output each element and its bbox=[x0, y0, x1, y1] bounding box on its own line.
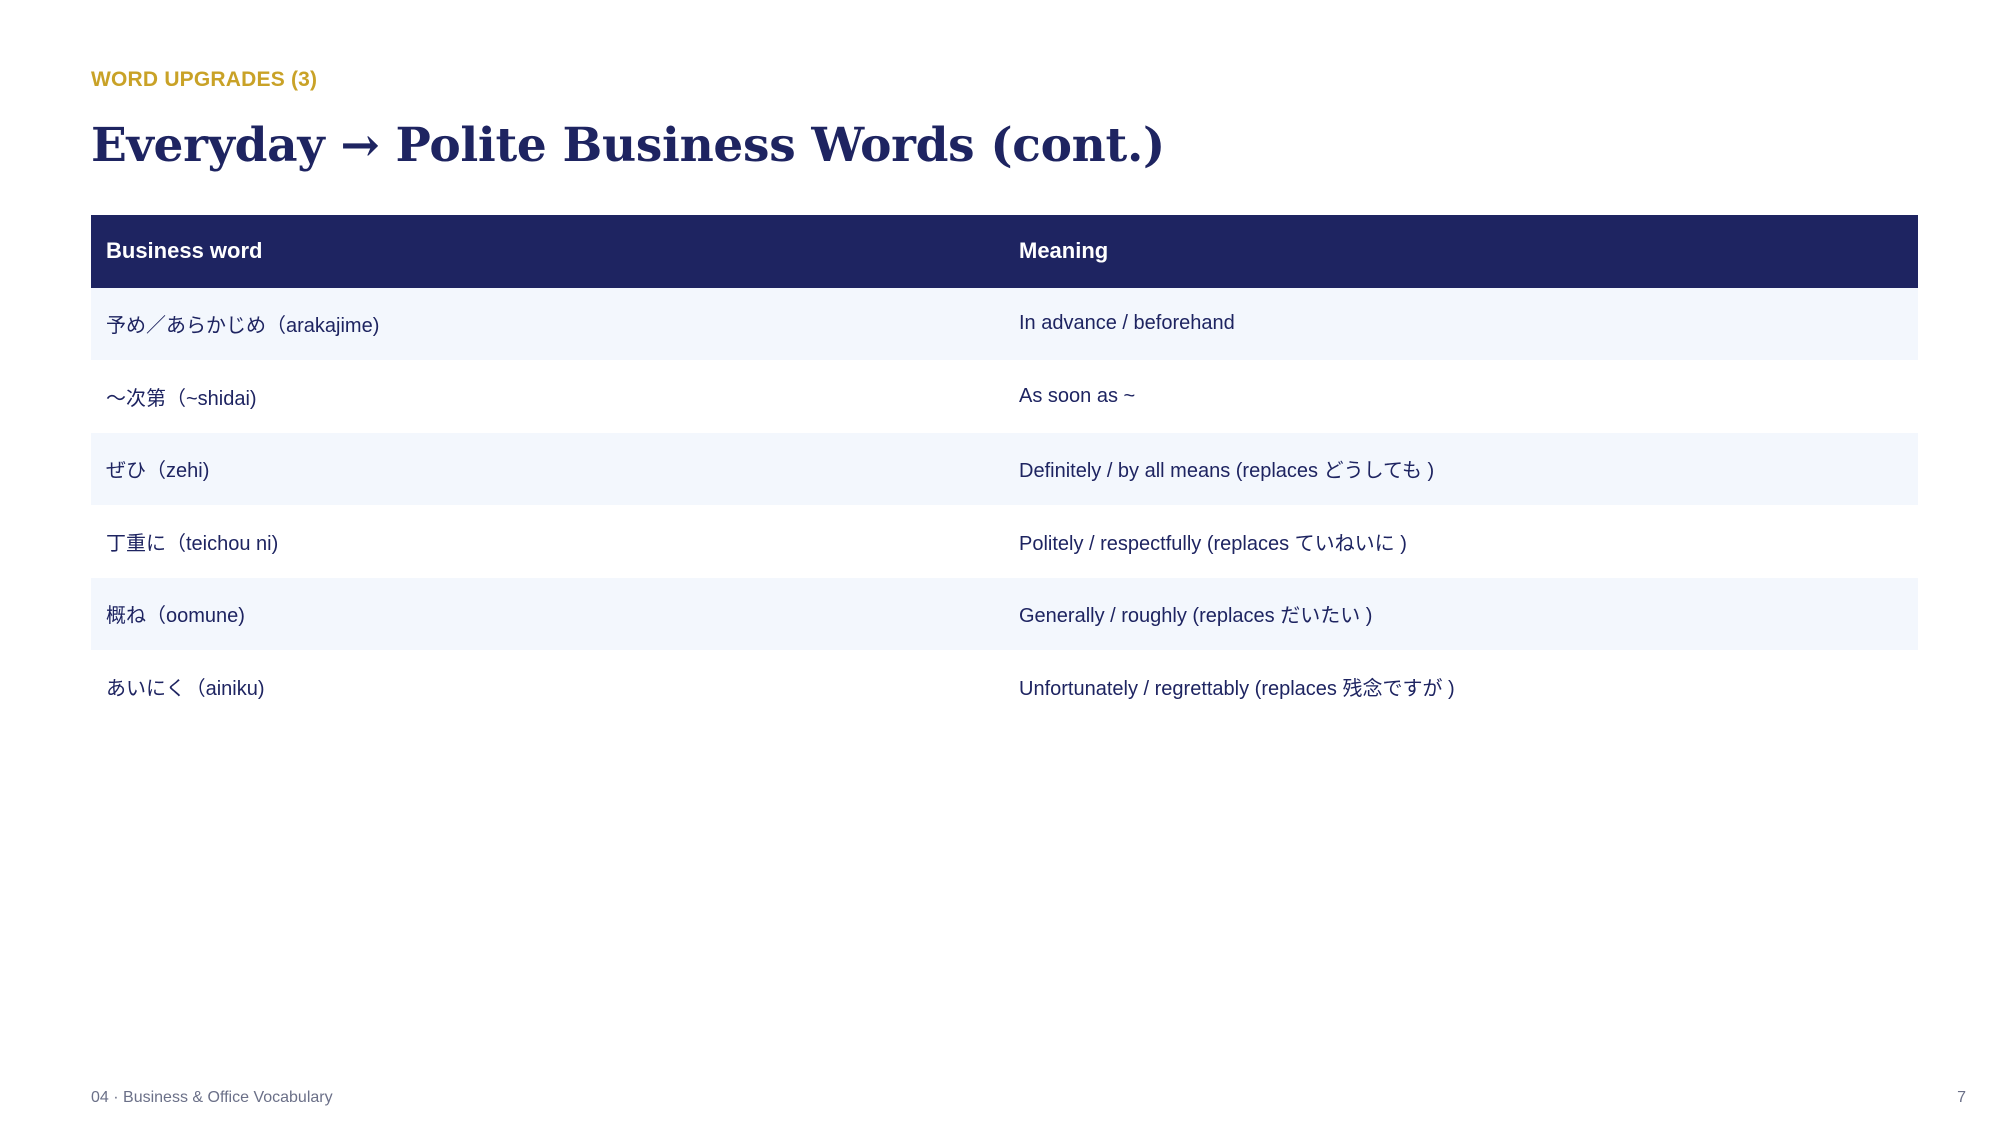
business-word-cell: 概ね（oomune) bbox=[106, 605, 245, 628]
meaning-cell: As soon as ~ bbox=[1019, 384, 1136, 407]
table-row: 予め／あらかじめ（arakajime) In advance / beforeh… bbox=[91, 287, 1918, 360]
meaning-cell: In advance / beforehand bbox=[1019, 312, 1235, 335]
business-word-cell: あいにく（ainiku) bbox=[106, 677, 265, 700]
meaning-cell: Politely / respectfully (replaces ていねいに … bbox=[1019, 532, 1407, 555]
business-word-cell: 予め／あらかじめ（arakajime) bbox=[106, 315, 380, 338]
table-row: 〜次第（~shidai) As soon as ~ bbox=[91, 360, 1918, 433]
footer-section-label: 04 · Business & Office Vocabulary bbox=[91, 1089, 333, 1106]
meaning-cell: Generally / roughly (replaces だいたい ) bbox=[1019, 605, 1373, 628]
column-header-business-word: Business word bbox=[106, 238, 263, 264]
business-word-cell: ぜひ（zehi) bbox=[106, 460, 210, 483]
page-title: Everyday → Polite Business Words (cont.) bbox=[91, 118, 1165, 173]
table-row: 概ね（oomune) Generally / roughly (replaces… bbox=[91, 577, 1918, 650]
table-row: ぜひ（zehi) Definitely / by all means (repl… bbox=[91, 432, 1918, 505]
business-word-cell: 丁重に（teichou ni) bbox=[106, 532, 279, 555]
business-word-cell: 〜次第（~shidai) bbox=[106, 387, 257, 410]
meaning-cell: Unfortunately / regrettably (replaces 残念… bbox=[1019, 677, 1455, 700]
meaning-cell: Definitely / by all means (replaces どうして… bbox=[1019, 460, 1435, 483]
table-row: あいにく（ainiku) Unfortunately / regrettably… bbox=[91, 650, 1918, 723]
table-row: 丁重に（teichou ni) Politely / respectfully … bbox=[91, 505, 1918, 578]
vocabulary-table: Business word Meaning 予め／あらかじめ（arakajime… bbox=[91, 215, 1918, 723]
section-kicker: WORD UPGRADES (3) bbox=[91, 68, 318, 91]
column-header-meaning: Meaning bbox=[1019, 238, 1109, 264]
page-number: 7 bbox=[1957, 1089, 1966, 1106]
table-header-row: Business word Meaning bbox=[91, 215, 1918, 288]
